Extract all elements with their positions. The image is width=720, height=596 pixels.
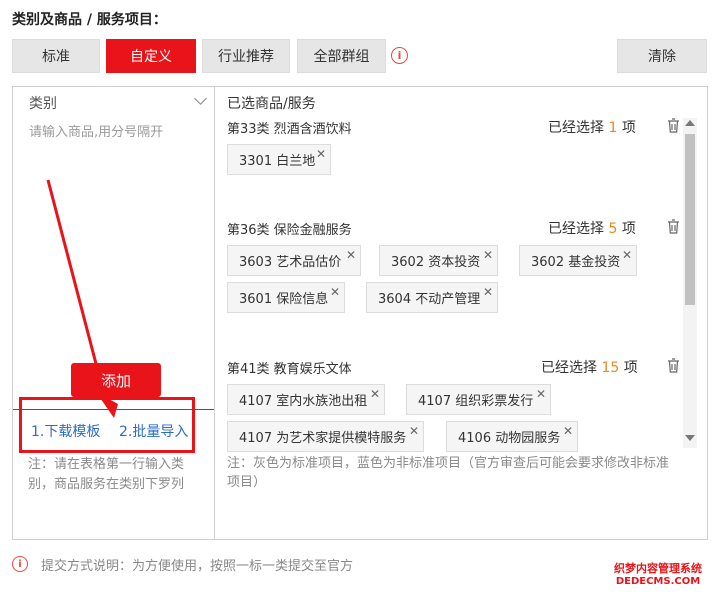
tag-label: 4106 动物园服务 bbox=[458, 431, 561, 446]
tag-item[interactable]: 4107 为艺术家提供模特服务 ✕ bbox=[227, 421, 424, 452]
arrow-annotation bbox=[46, 179, 118, 418]
close-icon[interactable]: ✕ bbox=[483, 248, 493, 262]
close-icon[interactable]: ✕ bbox=[409, 424, 419, 438]
tag-label: 3601 保险信息 bbox=[239, 292, 329, 307]
group-count: 已经选择 1 项 bbox=[548, 117, 636, 137]
trash-icon[interactable] bbox=[667, 118, 680, 133]
trash-icon[interactable] bbox=[667, 358, 680, 373]
tag-item[interactable]: 3603 艺术品估价 ✕ bbox=[227, 245, 361, 276]
tag-item[interactable]: 3602 基金投资 ✕ bbox=[519, 245, 637, 276]
tag-label: 3604 不动产管理 bbox=[378, 292, 481, 307]
tag-item[interactable]: 4107 室内水族池出租 ✕ bbox=[227, 384, 385, 415]
right-note: 注：灰色为标准项目，蓝色为非标准项目（官方审查后可能会要求修改非标准项目） bbox=[227, 456, 670, 490]
tag-item[interactable]: 3601 保险信息 ✕ bbox=[227, 282, 345, 313]
count-prefix: 已经选择 bbox=[548, 221, 604, 237]
group-count: 已经选择 5 项 bbox=[548, 218, 636, 238]
tag-label: 4107 为艺术家提供模特服务 bbox=[239, 431, 407, 446]
tag-label: 3301 白兰地 bbox=[239, 154, 316, 169]
group-title: 第33类 烈酒含酒饮料 bbox=[227, 122, 352, 137]
info-icon: i bbox=[12, 556, 28, 572]
footer-text: 提交方式说明：为方便使用，按照一标一类提交至官方 bbox=[41, 559, 354, 574]
close-icon[interactable]: ✕ bbox=[346, 248, 356, 262]
tag-label: 4107 室内水族池出租 bbox=[239, 394, 368, 409]
tag-item[interactable]: 3301 白兰地 ✕ bbox=[227, 144, 331, 175]
close-icon[interactable]: ✕ bbox=[536, 387, 546, 401]
scrollbar-thumb[interactable] bbox=[685, 134, 695, 305]
count-number: 1 bbox=[608, 120, 618, 136]
tag-item[interactable]: 3602 资本投资 ✕ bbox=[379, 245, 498, 276]
close-icon[interactable]: ✕ bbox=[370, 387, 380, 401]
close-icon[interactable]: ✕ bbox=[483, 285, 493, 299]
watermark-line2: DEDECMS.COM bbox=[615, 576, 701, 587]
count-suffix: 项 bbox=[621, 120, 636, 136]
count-number: 15 bbox=[601, 360, 620, 376]
watermark-line1: 织梦内容管理系统 bbox=[614, 562, 702, 575]
selected-title: 已选商品/服务 bbox=[227, 96, 316, 112]
close-icon[interactable]: ✕ bbox=[563, 424, 573, 438]
group-count: 已经选择 15 项 bbox=[541, 357, 638, 377]
tag-item[interactable]: 3604 不动产管理 ✕ bbox=[366, 282, 498, 313]
tag-item[interactable]: 4106 动物园服务 ✕ bbox=[446, 421, 578, 452]
tag-label: 4107 组织彩票发行 bbox=[418, 394, 534, 409]
group-title: 第36类 保险金融服务 bbox=[227, 223, 352, 238]
scroll-up-icon[interactable] bbox=[685, 120, 695, 126]
count-prefix: 已经选择 bbox=[548, 120, 604, 136]
tag-label: 3602 基金投资 bbox=[531, 255, 621, 270]
tag-item[interactable]: 4107 组织彩票发行 ✕ bbox=[406, 384, 551, 415]
close-icon[interactable]: ✕ bbox=[622, 248, 632, 262]
count-suffix: 项 bbox=[621, 221, 636, 237]
count-number: 5 bbox=[608, 221, 618, 237]
count-prefix: 已经选择 bbox=[541, 360, 597, 376]
watermark: 织梦内容管理系统 DEDECMS.COM bbox=[600, 560, 716, 587]
close-icon[interactable]: ✕ bbox=[330, 285, 340, 299]
tag-label: 3603 艺术品估价 bbox=[239, 255, 342, 270]
close-icon[interactable]: ✕ bbox=[316, 147, 326, 161]
tag-label: 3602 资本投资 bbox=[391, 255, 481, 270]
count-suffix: 项 bbox=[623, 360, 638, 376]
scroll-down-icon[interactable] bbox=[685, 435, 695, 441]
group-title: 第41类 教育娱乐文体 bbox=[227, 362, 352, 377]
trash-icon[interactable] bbox=[667, 219, 680, 234]
